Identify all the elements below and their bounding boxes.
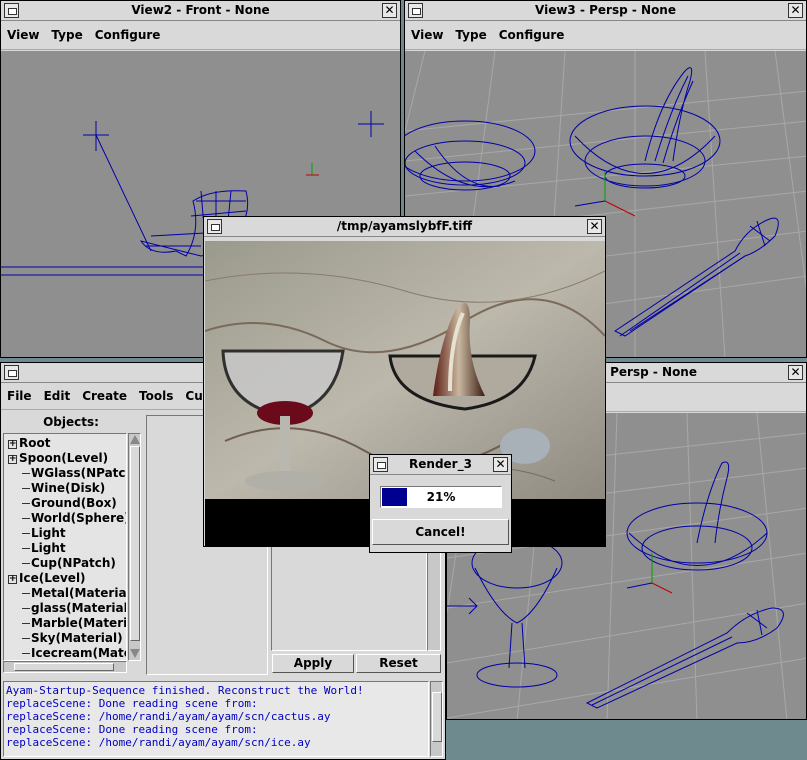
view2-title: View2 - Front - None [131,3,270,17]
window-menu-icon[interactable] [4,365,19,380]
scrollbar-thumb[interactable] [14,663,114,671]
tree-connector [22,488,30,489]
menu-edit[interactable]: Edit [38,384,77,403]
console-line: replaceScene: /home/randi/ayam/ayam/scn/… [6,736,311,749]
tree-item-label: Ice(Level) [19,571,86,585]
close-icon[interactable]: ✕ [788,3,803,18]
scrollbar-up-arrow[interactable] [130,435,140,444]
view3-title: View3 - Persp - None [535,3,676,17]
tree-connector [22,533,30,534]
tree-connector [22,473,30,474]
close-icon[interactable]: ✕ [788,365,803,380]
image-viewer-title: /tmp/ayamslybfF.tiff [336,219,473,233]
console-line: replaceScene: Done reading scene from: [6,697,258,710]
tree-connector [22,563,30,564]
window-menu-icon[interactable] [408,3,423,18]
tree-item-label: Light [31,526,66,540]
tree-item[interactable]: Wine(Disk) [8,481,126,496]
tree-item-label: Sky(Material) [31,631,123,645]
tree-item-label: Wine(Disk) [31,481,106,495]
tree-connector [22,608,30,609]
tree-connector [22,623,30,624]
tree-connector [22,503,30,504]
tree-connector [22,518,30,519]
tree-item[interactable]: glass(Material) [8,601,126,616]
tree-item-label: Root [19,436,51,450]
object-tree-list: +Root+Spoon(Level)WGlass(NPatch)Wine(Dis… [8,436,126,660]
render-dialog: Render_3 ✕ 21% Cancel! [369,454,512,553]
tree-item-label: World(Sphere) [31,511,127,525]
tree-item[interactable]: Light [8,541,126,556]
menu-type[interactable]: Type [45,22,88,42]
tree-item-label: WGlass(NPatch) [31,466,126,480]
tree-item[interactable]: + Root [8,436,126,451]
tree-connector [22,653,30,654]
menu-tools[interactable]: Tools [133,384,179,403]
tree-item[interactable]: Marble(Material) [8,616,126,631]
view3-menubar: View Type Configure [405,22,806,50]
view2-titlebar[interactable]: View2 - Front - None ✕ [1,1,400,21]
close-icon[interactable]: ✕ [382,3,397,18]
tree-item[interactable]: Ground(Box) [8,496,126,511]
tree-item-label: Ground(Box) [31,496,117,510]
render-progress-text: 21% [426,490,456,504]
render-progress-bar: 21% [380,486,502,508]
view3-titlebar[interactable]: View3 - Persp - None ✕ [405,1,806,21]
console-line: replaceScene: /home/randi/ayam/ayam/scn/… [6,710,331,723]
tree-item-label: Cup(NPatch) [31,556,116,570]
tree-item[interactable]: Metal(Material) [8,586,126,601]
tree-connector [22,548,30,549]
console-line: Ayam-Startup-Sequence finished. Reconstr… [6,684,364,697]
image-viewer-titlebar[interactable]: /tmp/ayamslybfF.tiff ✕ [204,217,605,237]
tree-item[interactable]: Sky(Material) [8,631,126,646]
render-title: Render_3 [409,457,472,471]
tree-horizontal-scrollbar[interactable] [3,661,127,673]
expand-icon[interactable]: + [8,455,17,464]
tree-connector [22,593,30,594]
tree-vertical-scrollbar[interactable] [128,433,141,661]
menu-file[interactable]: File [1,384,38,403]
window-menu-icon[interactable] [4,3,19,18]
apply-button[interactable]: Apply [272,654,354,673]
tree-item-label: Spoon(Level) [19,451,109,465]
window-menu-icon[interactable] [207,219,222,234]
window-menu-icon[interactable] [373,457,388,472]
tree-item-label: Light [31,541,66,555]
console[interactable]: Ayam-Startup-Sequence finished. Reconstr… [3,681,429,757]
tree-item[interactable]: World(Sphere) [8,511,126,526]
tree-connector [22,638,30,639]
reset-button[interactable]: Reset [356,654,441,673]
menu-configure[interactable]: Configure [89,22,167,42]
menu-view[interactable]: View [1,22,45,42]
render-titlebar[interactable]: Render_3 ✕ [370,455,511,475]
tree-item-label: Marble(Material) [31,616,127,630]
tree-item-label: Metal(Material) [31,586,127,600]
console-line: replaceScene: Done reading scene from: [6,723,258,736]
scrollbar-thumb[interactable] [130,446,140,641]
expand-icon[interactable]: + [8,440,17,449]
menu-type[interactable]: Type [449,22,492,42]
close-icon[interactable]: ✕ [493,457,508,472]
tree-item[interactable]: Icecream(Material) [8,646,126,660]
menu-view[interactable]: View [405,22,449,42]
close-icon[interactable]: ✕ [587,219,602,234]
tree-item[interactable]: + Ice(Level) [8,571,126,586]
tree-item-label: glass(Material) [31,601,127,615]
scrollbar-down-arrow[interactable] [130,649,140,658]
objects-label: Objects: [43,415,99,429]
tree-item-label: Icecream(Material) [31,646,126,660]
tree-item[interactable]: Light [8,526,126,541]
tree-item[interactable]: + Spoon(Level) [8,451,126,466]
tree-item[interactable]: Cup(NPatch) [8,556,126,571]
expand-icon[interactable]: + [8,575,17,584]
scrollbar-thumb[interactable] [432,692,442,742]
menu-configure[interactable]: Configure [493,22,571,42]
console-scrollbar[interactable] [430,681,443,757]
tree-item[interactable]: WGlass(NPatch) [8,466,126,481]
menu-create[interactable]: Create [76,384,133,403]
view2-menubar: View Type Configure [1,22,400,50]
cancel-button[interactable]: Cancel! [372,519,509,545]
object-tree[interactable]: +Root+Spoon(Level)WGlass(NPatch)Wine(Dis… [3,433,127,661]
